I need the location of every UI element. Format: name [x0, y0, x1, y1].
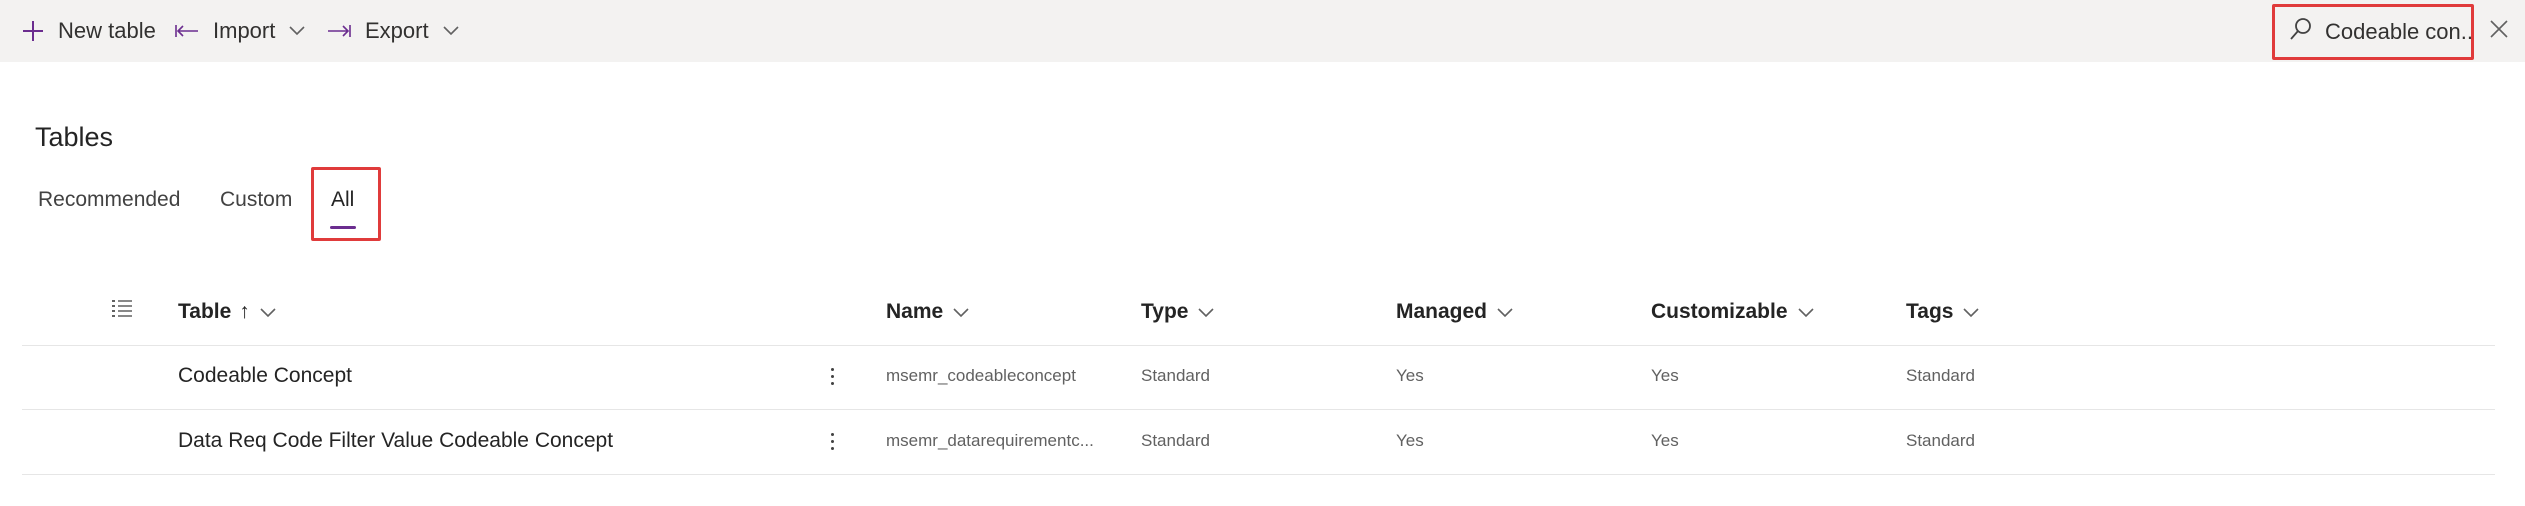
column-header-table-label: Table [178, 300, 232, 323]
column-header-tags-label: Tags [1906, 300, 1954, 323]
row-customizable: Yes [1651, 366, 1679, 385]
column-header-table[interactable]: Table ↑ [178, 298, 276, 326]
column-header-name[interactable]: Name [886, 298, 969, 326]
close-icon [2489, 19, 2509, 44]
more-vertical-icon [830, 432, 834, 450]
highlight-box [311, 167, 381, 241]
column-options-icon [111, 300, 133, 324]
row-type: Standard [1141, 366, 1210, 385]
plus-icon [22, 20, 44, 42]
search-value: Codeable con... [2325, 19, 2471, 44]
row-more-button[interactable] [822, 427, 842, 455]
row-tags: Standard [1906, 366, 1975, 385]
chevron-down-icon [289, 26, 305, 36]
more-vertical-icon [830, 367, 834, 385]
tab-recommended[interactable]: Recommended [38, 188, 180, 212]
export-arrow-icon [327, 23, 351, 39]
column-header-managed-label: Managed [1396, 300, 1488, 323]
new-table-label: New table [58, 18, 156, 43]
row-managed: Yes [1396, 366, 1424, 385]
column-header-managed[interactable]: Managed [1396, 298, 1513, 326]
import-label: Import [213, 18, 276, 43]
chevron-down-icon [260, 300, 276, 324]
chevron-down-icon [1797, 300, 1814, 324]
column-header-name-label: Name [886, 300, 944, 323]
chevron-down-icon [1963, 300, 1980, 324]
search-icon [2289, 17, 2313, 47]
chevron-down-icon [953, 300, 969, 324]
row-customizable: Yes [1651, 431, 1679, 450]
column-header-customizable[interactable]: Customizable [1651, 298, 1814, 326]
row-tags: Standard [1906, 431, 1975, 450]
row-more-button[interactable] [822, 362, 842, 390]
row-type: Standard [1141, 431, 1210, 450]
row-divider [22, 474, 2495, 475]
column-header-tags[interactable]: Tags [1906, 298, 1980, 326]
column-header-customizable-label: Customizable [1651, 300, 1788, 323]
export-button[interactable]: Export [327, 0, 459, 62]
chevron-down-icon [1497, 300, 1513, 324]
selected-tab-indicator [330, 226, 356, 229]
search-input[interactable]: Codeable con... [2272, 4, 2474, 60]
header-divider [22, 345, 2495, 346]
export-label: Export [365, 18, 429, 43]
page-title: Tables [35, 122, 114, 152]
import-button[interactable]: Import [175, 0, 305, 62]
new-table-button[interactable]: New table [22, 0, 156, 62]
sort-ascending-icon: ↑ [239, 300, 250, 323]
command-bar: New table Import Export Codeable con... [0, 0, 2525, 62]
import-arrow-icon [175, 23, 199, 39]
tab-custom[interactable]: Custom [220, 188, 292, 212]
row-table-name[interactable]: Data Req Code Filter Value Codeable Conc… [178, 429, 613, 453]
column-header-type-label: Type [1141, 300, 1189, 323]
column-header-type[interactable]: Type [1141, 298, 1215, 326]
column-options-button[interactable] [111, 298, 133, 325]
row-table-name[interactable]: Codeable Concept [178, 364, 352, 388]
close-search-button[interactable] [2484, 16, 2514, 46]
row-divider [22, 409, 2495, 410]
row-logical-name: msemr_codeableconcept [886, 366, 1076, 385]
chevron-down-icon [1198, 300, 1215, 324]
chevron-down-icon [443, 26, 459, 36]
row-logical-name: msemr_datarequirementc... [886, 431, 1094, 450]
row-managed: Yes [1396, 431, 1424, 450]
